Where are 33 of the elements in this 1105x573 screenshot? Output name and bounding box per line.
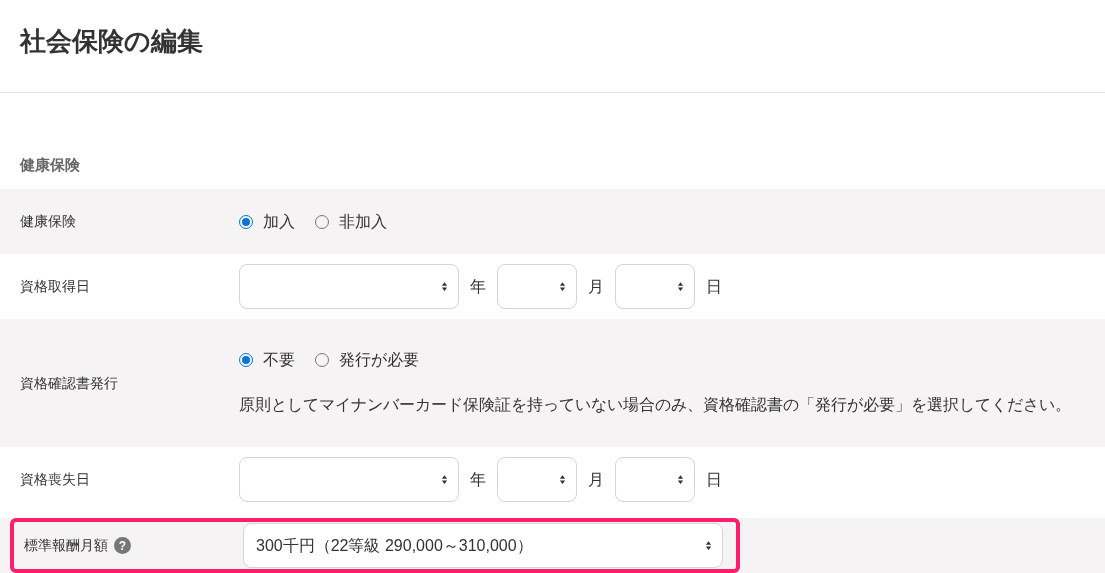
caret-icon: [441, 474, 448, 485]
select-field[interactable]: [615, 457, 695, 502]
select-field[interactable]: 300千円（22等級 290,000～310,000）: [243, 523, 723, 568]
unit-label: 年: [470, 469, 486, 490]
caret-icon: [559, 281, 566, 292]
select-field[interactable]: [615, 264, 695, 309]
caret-icon: [441, 281, 448, 292]
caret-icon: [677, 281, 684, 292]
unit-label: 日: [706, 276, 722, 297]
field-label: 資格取得日: [20, 277, 90, 296]
radio-label[interactable]: 非加入: [339, 209, 387, 234]
field-label: 健康保険: [20, 212, 76, 231]
field-label: 標準報酬月額: [24, 536, 108, 555]
section-title: 健康保険: [20, 155, 80, 175]
select-field[interactable]: [497, 264, 577, 309]
unit-label: 月: [588, 276, 604, 297]
field-label: 資格喪失日: [20, 470, 90, 489]
select-field[interactable]: [239, 457, 459, 502]
help-icon[interactable]: ?: [114, 537, 131, 554]
caret-icon: [559, 474, 566, 485]
help-text: 原則としてマイナンバーカード保険証を持っていない場合のみ、資格確認書の「発行が必要」を選択してください。: [239, 395, 1072, 415]
unit-label: 月: [588, 469, 604, 490]
radio-label[interactable]: 加入: [263, 209, 295, 234]
radio-label[interactable]: 発行が必要: [339, 348, 419, 372]
unit-label: 年: [470, 276, 486, 297]
caret-icon: [705, 540, 712, 551]
radio-label[interactable]: 不要: [263, 348, 295, 372]
field-label: 資格確認書発行: [20, 373, 118, 393]
unit-label: 日: [706, 469, 722, 490]
page-title: 社会保険の編集: [20, 25, 203, 58]
caret-icon: [677, 474, 684, 485]
select-field[interactable]: [497, 457, 577, 502]
select-field[interactable]: [239, 264, 459, 309]
